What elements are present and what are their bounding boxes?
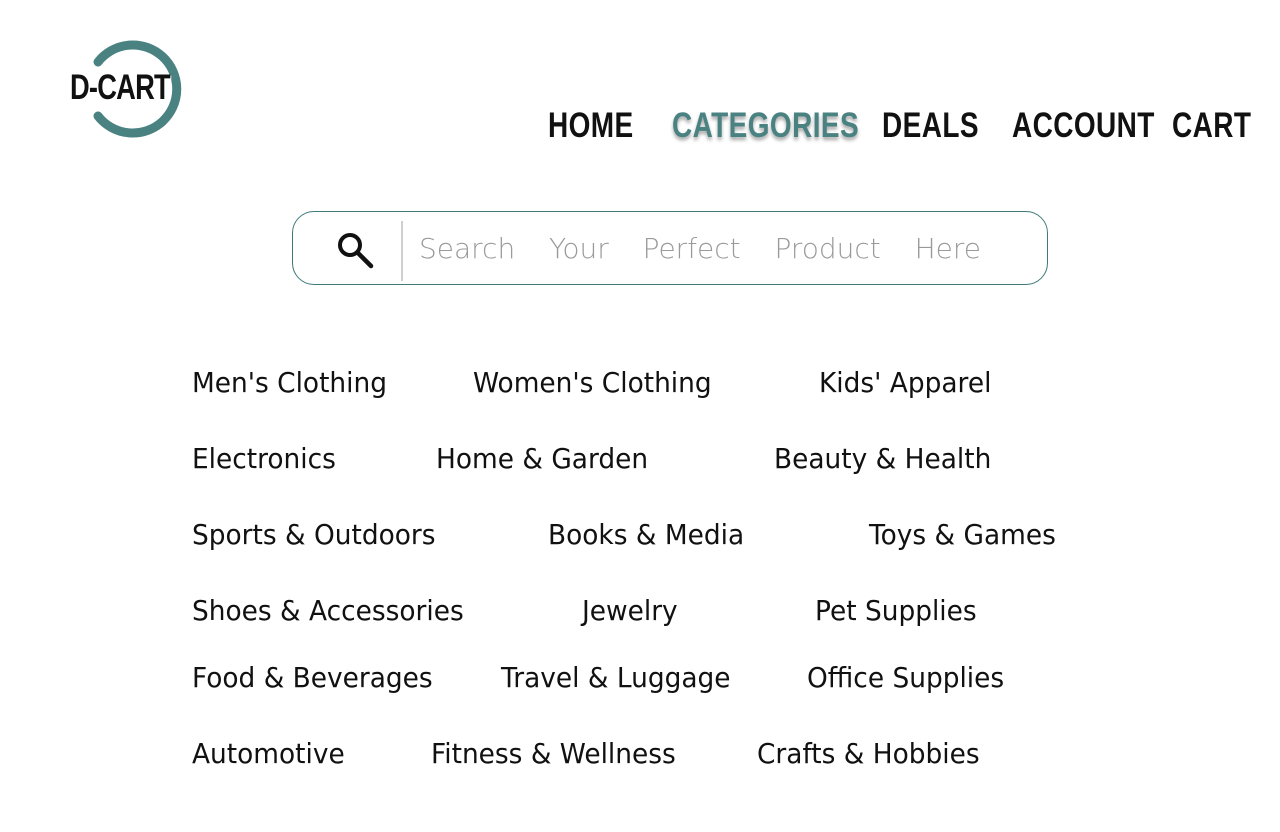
search-icon[interactable] [335, 230, 375, 270]
category-fitness-wellness[interactable]: Fitness & Wellness [431, 737, 676, 771]
category-office-supplies[interactable]: Office Supplies [807, 661, 1004, 695]
logo-text: D-CART [70, 68, 171, 107]
category-books-media[interactable]: Books & Media [548, 518, 744, 552]
category-sports-outdoors[interactable]: Sports & Outdoors [192, 518, 436, 552]
search-input[interactable] [419, 226, 1019, 270]
nav-categories[interactable]: CATEGORIES [672, 105, 859, 147]
category-automotive[interactable]: Automotive [192, 737, 345, 771]
category-home-garden[interactable]: Home & Garden [436, 442, 648, 476]
nav-deals[interactable]: DEALS [882, 105, 979, 147]
category-toys-games[interactable]: Toys & Games [869, 518, 1056, 552]
category-kids-apparel[interactable]: Kids' Apparel [819, 366, 991, 400]
category-travel-luggage[interactable]: Travel & Luggage [501, 661, 731, 695]
category-food-beverages[interactable]: Food & Beverages [192, 661, 433, 695]
category-pet-supplies[interactable]: Pet Supplies [815, 594, 977, 628]
search-divider [401, 221, 403, 281]
category-beauty-health[interactable]: Beauty & Health [774, 442, 991, 476]
category-electronics[interactable]: Electronics [192, 442, 336, 476]
nav-account[interactable]: ACCOUNT [1012, 105, 1155, 147]
brand-logo[interactable]: D-CART [70, 38, 194, 140]
category-crafts-hobbies[interactable]: Crafts & Hobbies [757, 737, 980, 771]
category-womens-clothing[interactable]: Women's Clothing [473, 366, 712, 400]
category-jewelry[interactable]: Jewelry [582, 594, 678, 628]
search-bar [292, 211, 1048, 285]
category-shoes-accessories[interactable]: Shoes & Accessories [192, 594, 464, 628]
nav-cart[interactable]: CART [1172, 105, 1251, 147]
category-mens-clothing[interactable]: Men's Clothing [192, 366, 387, 400]
nav-home[interactable]: HOME [548, 105, 634, 147]
